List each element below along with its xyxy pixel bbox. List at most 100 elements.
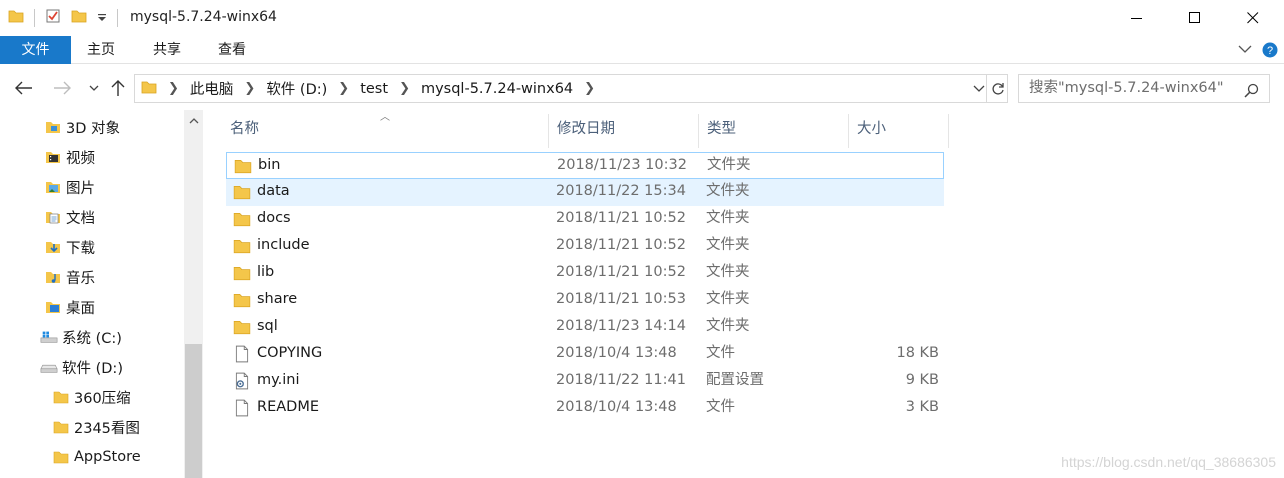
address-dropdown-icon[interactable] <box>973 82 985 98</box>
customize-qat-icon[interactable] <box>97 10 107 26</box>
tab-share[interactable]: 共享 <box>137 36 197 64</box>
file-size: 3 KB <box>905 399 939 415</box>
breadcrumb-test[interactable]: test <box>360 81 388 97</box>
list-item[interactable]: share 2018/11/21 10:53 文件夹 <box>226 287 944 314</box>
file-date: 2018/11/21 10:52 <box>556 237 686 253</box>
list-item[interactable]: sql 2018/11/23 14:14 文件夹 <box>226 314 944 341</box>
file-size <box>846 287 939 312</box>
expand-ribbon-icon[interactable] <box>1238 42 1252 60</box>
tab-file[interactable]: 文件 <box>0 36 71 64</box>
file-type: 文件夹 <box>707 157 751 173</box>
file-date: 2018/10/4 13:48 <box>556 399 677 415</box>
chevron-right-icon[interactable]: ❯ <box>399 81 410 96</box>
list-item[interactable]: bin 2018/11/23 10:32 文件夹 <box>226 152 944 179</box>
quick-access-toolbar <box>8 8 118 28</box>
maximize-icon <box>1189 12 1200 23</box>
list-item[interactable]: include 2018/11/21 10:52 文件夹 <box>226 233 944 260</box>
file-date: 2018/11/22 11:41 <box>556 372 686 388</box>
nav-item-pictures[interactable]: 图片 <box>44 172 95 202</box>
title-bar: mysql-5.7.24-winx64 <box>0 0 1284 36</box>
nav-item-videos[interactable]: 视频 <box>44 142 95 172</box>
nav-item-360zip[interactable]: 360压缩 <box>52 382 131 412</box>
watermark: https://blog.csdn.net/qq_38686305 <box>1061 454 1276 470</box>
file-name: include <box>257 237 310 253</box>
list-item[interactable]: README 2018/10/4 13:48 文件 3 KB <box>226 395 944 422</box>
nav-item-2345viewer[interactable]: 2345看图 <box>52 412 140 442</box>
properties-icon[interactable] <box>45 8 61 28</box>
chevron-down-icon <box>89 85 99 91</box>
nav-item-appstore[interactable]: AppStore <box>52 442 141 472</box>
search-input[interactable]: 搜索"mysql-5.7.24-winx64" <box>1018 74 1270 103</box>
close-button[interactable] <box>1224 0 1282 36</box>
list-item[interactable]: COPYING 2018/10/4 13:48 文件 18 KB <box>226 341 944 368</box>
column-header-date[interactable]: 修改日期 <box>549 114 699 148</box>
folder-icon <box>141 79 157 99</box>
maximize-button[interactable] <box>1166 0 1224 36</box>
breadcrumb-this-pc[interactable]: 此电脑 <box>190 78 234 99</box>
refresh-button[interactable] <box>986 74 1008 103</box>
folder-icon <box>52 418 70 436</box>
chevron-right-icon[interactable]: ❯ <box>168 81 179 96</box>
nav-item-downloads[interactable]: 下载 <box>44 232 95 262</box>
list-item[interactable]: my.ini 2018/11/22 11:41 配置设置 9 KB <box>226 368 944 395</box>
nav-item-label: 桌面 <box>66 300 95 317</box>
file-size <box>846 314 939 339</box>
tab-home[interactable]: 主页 <box>71 36 131 64</box>
help-icon[interactable]: ? <box>1262 42 1278 62</box>
address-bar[interactable]: ❯ 此电脑 ❯ 软件 (D:) ❯ test ❯ mysql-5.7.24-wi… <box>134 74 1008 103</box>
file-name: data <box>257 183 290 199</box>
recent-locations-button[interactable] <box>84 78 104 98</box>
nav-item-desktop[interactable]: 桌面 <box>44 292 95 322</box>
arrow-left-icon <box>15 81 32 95</box>
column-header-type[interactable]: 类型 <box>699 114 849 148</box>
nav-item-label: 音乐 <box>66 270 95 287</box>
file-name: lib <box>257 264 275 280</box>
nav-item-3d-objects[interactable]: 3D 对象 <box>44 112 120 142</box>
file-size: 9 KB <box>905 372 939 388</box>
nav-item-label: 视频 <box>66 150 95 167</box>
arrow-right-icon <box>54 81 71 95</box>
nav-item-music[interactable]: 音乐 <box>44 262 95 292</box>
documents-icon <box>44 208 62 226</box>
scroll-thumb[interactable] <box>185 344 202 478</box>
file-icon <box>235 399 249 417</box>
forward-button[interactable] <box>52 78 72 98</box>
breadcrumb-drive-d[interactable]: 软件 (D:) <box>266 78 327 99</box>
minimize-button[interactable] <box>1108 0 1166 36</box>
chevron-right-icon[interactable]: ❯ <box>338 81 349 96</box>
list-item[interactable]: docs 2018/11/21 10:52 文件夹 <box>226 206 944 233</box>
folder-icon[interactable] <box>8 8 24 28</box>
nav-item-software-d[interactable]: 软件 (D:) <box>40 352 123 382</box>
back-button[interactable] <box>14 78 34 98</box>
list-item[interactable]: data 2018/11/22 15:34 文件夹 <box>226 179 944 206</box>
folder-icon <box>234 160 252 174</box>
chevron-right-icon[interactable]: ❯ <box>244 81 255 96</box>
svg-text:?: ? <box>1267 45 1273 57</box>
column-header-size[interactable]: 大小 <box>849 114 949 148</box>
file-type: 文件夹 <box>706 237 750 253</box>
folder-icon <box>233 267 251 281</box>
folder-icon <box>52 448 70 466</box>
chevron-up-icon <box>189 118 198 124</box>
nav-scrollbar[interactable] <box>184 110 203 478</box>
search-icon[interactable] <box>1244 81 1259 108</box>
nav-item-label: 软件 (D:) <box>62 360 123 377</box>
chevron-right-icon[interactable]: ❯ <box>584 81 595 96</box>
file-type: 文件夹 <box>706 291 750 307</box>
file-type: 文件 <box>706 345 735 361</box>
nav-item-documents[interactable]: 文档 <box>44 202 95 232</box>
file-size <box>846 206 939 231</box>
scroll-up-button[interactable] <box>184 110 203 132</box>
tab-view[interactable]: 查看 <box>202 36 262 64</box>
nav-item-label: 3D 对象 <box>66 120 120 137</box>
column-header-name[interactable]: 名称 <box>222 114 549 148</box>
new-folder-icon[interactable] <box>71 8 87 28</box>
file-date: 2018/11/23 10:32 <box>557 157 687 173</box>
nav-item-system-c[interactable]: 系统 (C:) <box>40 322 122 352</box>
nav-item-label: 系统 (C:) <box>62 330 122 347</box>
breadcrumb-mysql[interactable]: mysql-5.7.24-winx64 <box>421 81 573 97</box>
up-button[interactable] <box>108 78 128 98</box>
list-item[interactable]: lib 2018/11/21 10:52 文件夹 <box>226 260 944 287</box>
search-placeholder: 搜索"mysql-5.7.24-winx64" <box>1029 80 1224 96</box>
file-date: 2018/11/21 10:53 <box>556 291 686 307</box>
